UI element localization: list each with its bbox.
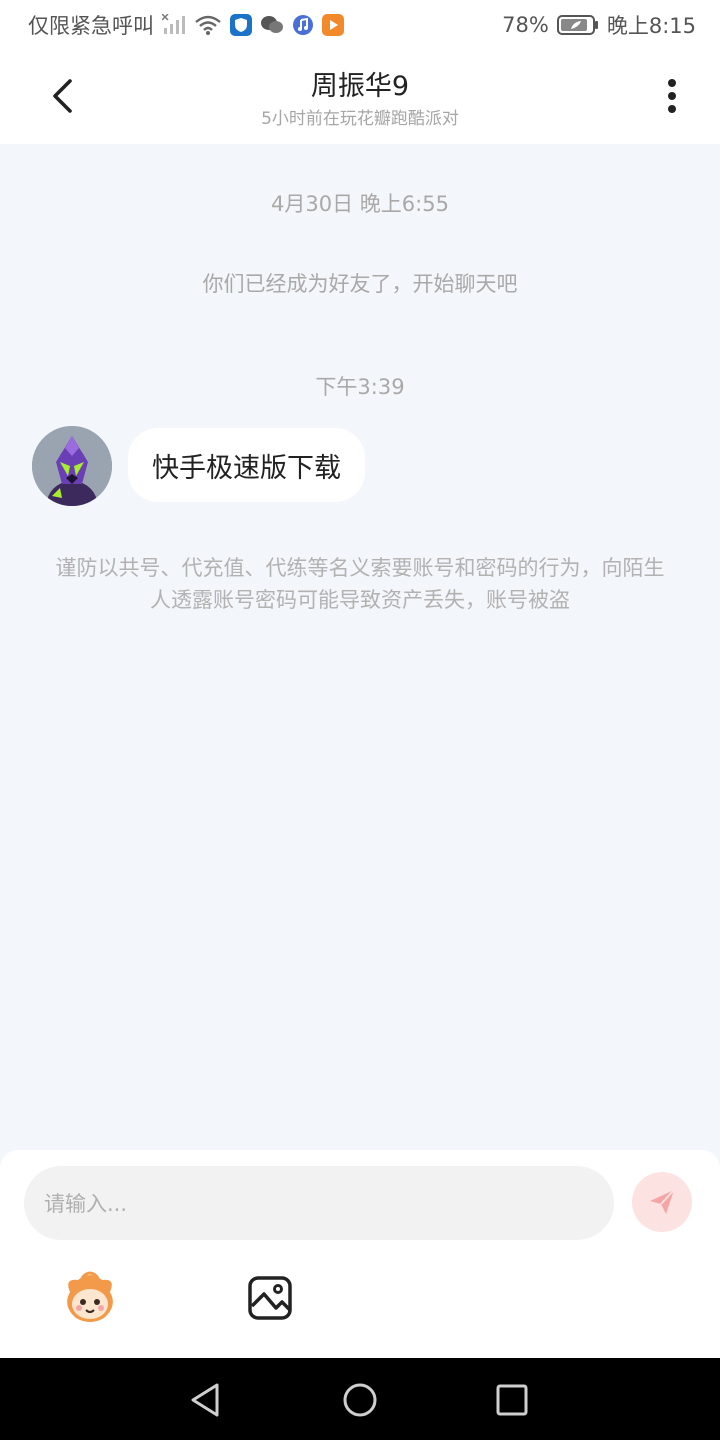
status-bar: 仅限紧急呼叫 78% 晚上8:15 bbox=[0, 0, 720, 50]
video-app-icon bbox=[322, 14, 344, 36]
more-vertical-icon bbox=[668, 79, 676, 113]
clock: 晚上8:15 bbox=[606, 14, 696, 38]
navigation-bar bbox=[0, 1358, 720, 1440]
send-icon bbox=[650, 1189, 675, 1214]
chat-area[interactable]: 4月30日 晚上6:55 你们已经成为好友了，开始聊天吧 下午3:39 快手极速… bbox=[0, 144, 720, 1150]
nav-recents-button[interactable] bbox=[492, 1380, 532, 1420]
status-bar-left: 仅限紧急呼叫 bbox=[28, 10, 344, 40]
nav-home-button[interactable] bbox=[340, 1380, 380, 1420]
image-icon bbox=[248, 1276, 292, 1320]
music-app-icon bbox=[292, 14, 314, 36]
image-button[interactable] bbox=[246, 1274, 294, 1322]
nav-back-button[interactable] bbox=[186, 1380, 226, 1420]
nav-home-icon bbox=[343, 1383, 377, 1417]
nav-back-icon bbox=[191, 1383, 219, 1417]
send-button[interactable] bbox=[632, 1172, 692, 1232]
signal-icon bbox=[162, 14, 186, 36]
status-bar-right: 78% 晚上8:15 bbox=[502, 10, 696, 40]
security-warning: 谨防以共号、代充值、代练等名义索要账号和密码的行为，向陌生人透露账号密码可能导致… bbox=[55, 556, 665, 612]
emoji-button[interactable] bbox=[60, 1270, 120, 1326]
contact-status: 5小时前在玩花瓣跑酷派对 bbox=[261, 109, 459, 129]
carrier-text: 仅限紧急呼叫 bbox=[28, 14, 154, 38]
nav-recents-icon bbox=[496, 1384, 528, 1416]
contact-name: 周振华9 bbox=[310, 71, 410, 102]
wechat-icon bbox=[260, 14, 284, 36]
timestamp: 4月30日 晚上6:55 bbox=[271, 192, 449, 216]
battery-percent: 78% bbox=[502, 13, 549, 37]
composer: 请输入... bbox=[0, 1150, 720, 1358]
shield-app-icon bbox=[230, 14, 252, 36]
message-input-placeholder: 请输入... bbox=[44, 1192, 128, 1216]
more-options-button[interactable] bbox=[650, 74, 694, 118]
timestamp: 下午3:39 bbox=[315, 375, 405, 399]
message-bubble[interactable]: 快手极速版下载 bbox=[128, 428, 365, 502]
battery-icon bbox=[556, 14, 599, 36]
message-text: 快手极速版下载 bbox=[152, 452, 341, 484]
system-message: 你们已经成为好友了，开始聊天吧 bbox=[202, 272, 518, 296]
friend-avatar[interactable] bbox=[32, 426, 112, 506]
message-input[interactable]: 请输入... bbox=[24, 1166, 614, 1240]
wifi-icon bbox=[194, 14, 222, 36]
chat-header: 周振华9 5小时前在玩花瓣跑酷派对 bbox=[0, 50, 720, 144]
emoji-sticker-icon bbox=[67, 1271, 113, 1322]
